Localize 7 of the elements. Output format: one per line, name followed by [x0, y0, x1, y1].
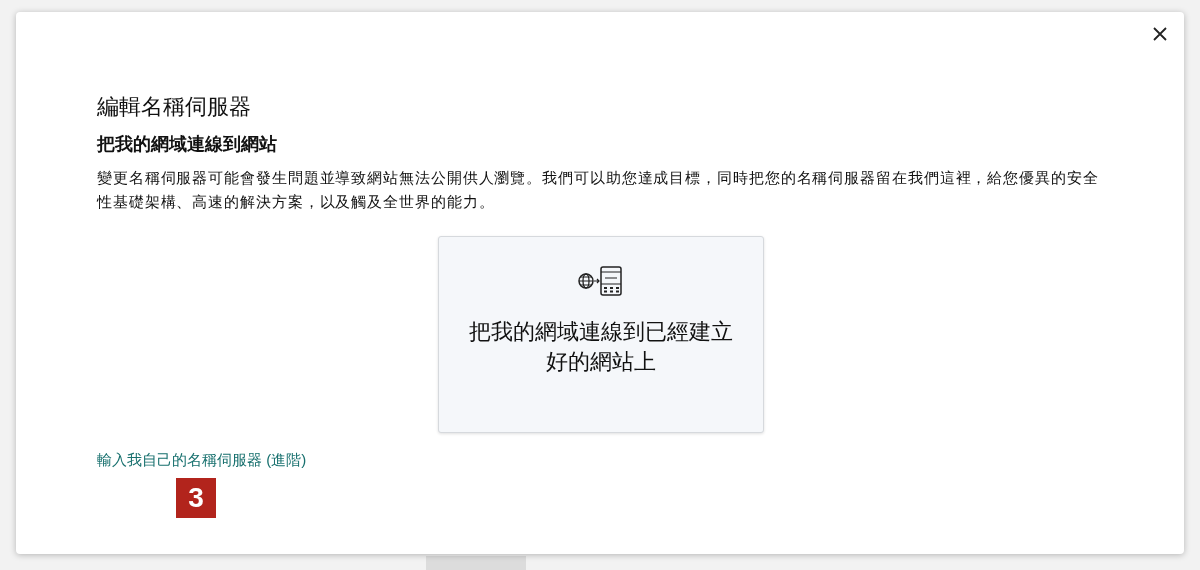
option-card[interactable]: 把我的網域連線到已經建立好的網站上	[437, 236, 764, 433]
step-badge: 3	[176, 478, 216, 518]
dialog-title: 編輯名稱伺服器	[97, 93, 252, 121]
description: 變更名稱伺服器可能會發生問題並導致網站無法公開供人瀏覽。我們可以助您達成目標，同時把您的名稱伺服器留在我們這裡，給您優異的安全性基礎架構、高速的解決方案，以及觸及全世界的能力。	[97, 168, 1100, 212]
advanced-link[interactable]: 輸入我自己的名稱伺服器 (進階)	[97, 451, 307, 470]
dialog-subtitle: 把我的網域連線到網站	[97, 133, 278, 156]
globe-to-website-icon	[576, 265, 625, 297]
